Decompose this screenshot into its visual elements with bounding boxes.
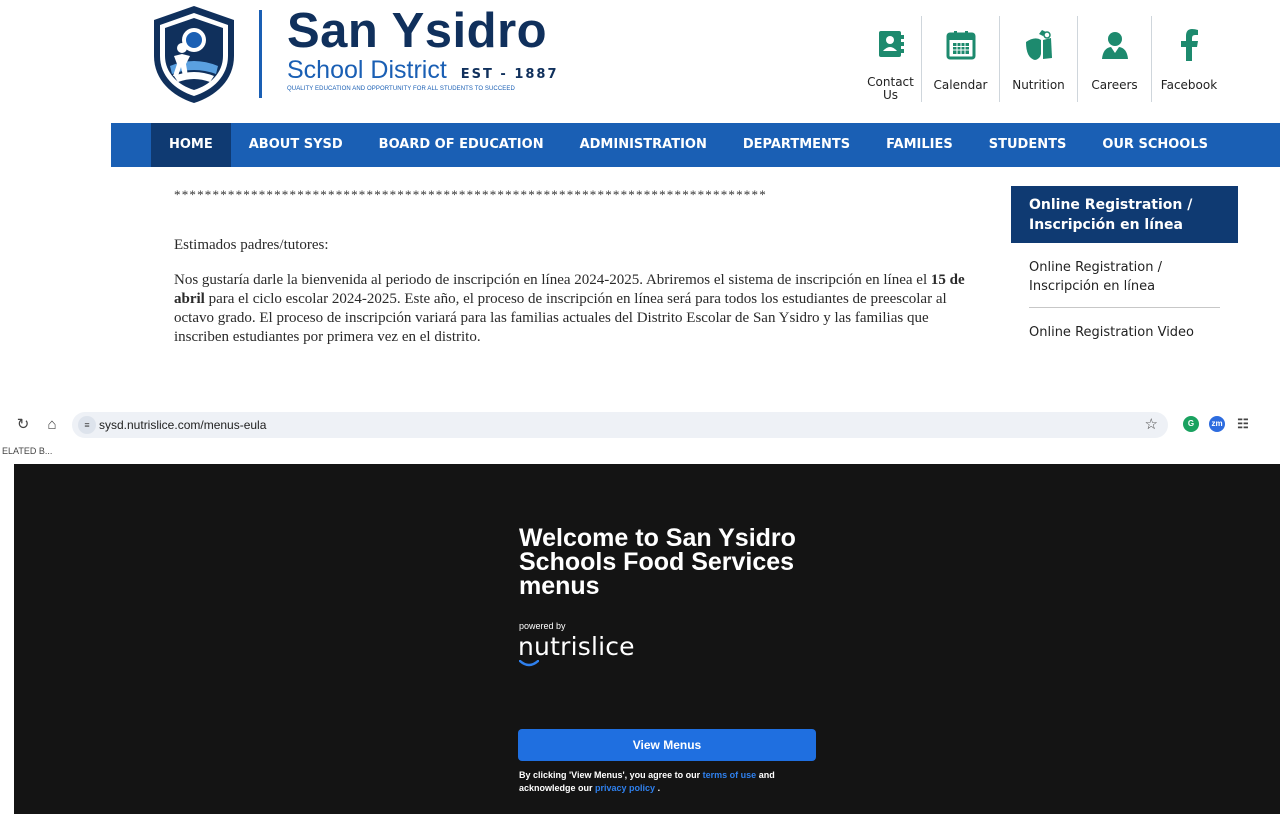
terms-text: By clicking 'View Menus', you agree to o…: [519, 770, 703, 780]
announcement-text: para el ciclo escolar 2024-2025. Este añ…: [174, 291, 947, 345]
extensions-puzzle-icon[interactable]: ☷: [1235, 416, 1251, 432]
home-icon[interactable]: ⌂: [43, 416, 61, 434]
school-website: San Ysidro School District EST - 1887 QU…: [0, 0, 1280, 400]
brand-name: San Ysidro: [287, 4, 548, 58]
terms-text: .: [655, 783, 661, 793]
bookmark-star-icon[interactable]: ☆: [1145, 412, 1158, 438]
side-link-registration-video[interactable]: Online Registration Video: [1011, 308, 1238, 353]
grammarly-extension-icon[interactable]: G: [1183, 416, 1199, 432]
quick-link-label: Contact Us: [867, 75, 914, 102]
view-menus-button[interactable]: View Menus: [518, 729, 816, 761]
url-text[interactable]: sysd.nutrislice.com/menus-eula: [99, 412, 266, 438]
quick-link-label: Nutrition: [1012, 78, 1065, 92]
announcement-body: Nos gustaría darle la bienvenida al peri…: [174, 271, 969, 347]
quick-link-label: Careers: [1091, 78, 1138, 92]
brand-subtitle: School District: [287, 56, 447, 84]
calendar-icon: [942, 22, 980, 68]
zoom-extension-icon[interactable]: zm: [1209, 416, 1225, 432]
terms-notice: By clicking 'View Menus', you agree to o…: [519, 769, 819, 795]
contact-icon: [872, 22, 910, 65]
side-link-online-registration[interactable]: Online Registration / Inscripción en lín…: [1011, 243, 1238, 307]
quick-link-careers[interactable]: Careers: [1078, 16, 1152, 102]
nav-about[interactable]: ABOUT SYSD: [231, 123, 361, 167]
nav-board-of-education[interactable]: BOARD OF EDUCATION: [361, 123, 562, 167]
announcement-divider: ****************************************…: [174, 187, 767, 202]
quick-links: Contact Us Calendar Nutrition Careers Fa…: [860, 16, 1226, 102]
bookmark-item[interactable]: ELATED B...: [2, 446, 52, 456]
nav-families[interactable]: FAMILIES: [868, 123, 971, 167]
registration-announcement: ****************************************…: [174, 187, 974, 347]
quick-link-facebook[interactable]: Facebook: [1152, 16, 1226, 102]
nutrislice-smile-icon: [519, 660, 539, 667]
district-logo[interactable]: [150, 4, 238, 104]
district-brand[interactable]: San Ysidro School District EST - 1887 QU…: [287, 6, 559, 92]
address-bar[interactable]: ≡ sysd.nutrislice.com/menus-eula ☆: [72, 412, 1168, 438]
brand-tagline: QUALITY EDUCATION AND OPPORTUNITY FOR AL…: [287, 86, 515, 92]
nav-our-schools[interactable]: OUR SCHOOLS: [1084, 123, 1226, 167]
nutrislice-eula-page: Welcome to San Ysidro Schools Food Servi…: [14, 464, 1280, 814]
announcement-text: Nos gustaría darle la bienvenida al peri…: [174, 272, 931, 288]
quick-link-label: Calendar: [933, 78, 988, 92]
brand-established: EST - 1887: [460, 67, 559, 82]
announcement-greeting: Estimados padres/tutores:: [174, 237, 329, 253]
side-panel: Online Registration / Inscripción en lín…: [1011, 186, 1238, 353]
shield-icon: [154, 6, 234, 103]
nav-departments[interactable]: DEPARTMENTS: [725, 123, 868, 167]
welcome-heading: Welcome to San Ysidro Schools Food Servi…: [519, 524, 796, 600]
side-panel-header[interactable]: Online Registration / Inscripción en lín…: [1011, 186, 1238, 243]
facebook-icon: [1170, 22, 1208, 68]
terms-of-use-link[interactable]: terms of use: [703, 770, 757, 780]
nutrislice-logo: nutrislice: [518, 632, 635, 661]
powered-by-label: powered by: [519, 621, 566, 631]
nav-students[interactable]: STUDENTS: [971, 123, 1085, 167]
browser-toolbar: ↻ ⌂ ≡ sysd.nutrislice.com/menus-eula ☆ G…: [0, 404, 1280, 460]
quick-link-calendar[interactable]: Calendar: [922, 16, 1000, 102]
logo-divider: [259, 10, 262, 98]
nav-administration[interactable]: ADMINISTRATION: [562, 123, 725, 167]
nav-home[interactable]: HOME: [151, 123, 231, 167]
quick-link-label: Facebook: [1160, 78, 1218, 92]
reload-icon[interactable]: ↻: [14, 416, 32, 434]
quick-link-nutrition[interactable]: Nutrition: [1000, 16, 1078, 102]
quick-link-contact[interactable]: Contact Us: [860, 16, 922, 102]
main-navigation: HOME ABOUT SYSD BOARD OF EDUCATION ADMIN…: [111, 123, 1280, 167]
careers-icon: [1096, 22, 1134, 68]
site-info-icon[interactable]: ≡: [78, 416, 96, 434]
privacy-policy-link[interactable]: privacy policy: [595, 783, 655, 793]
nutrition-icon: [1020, 22, 1058, 68]
